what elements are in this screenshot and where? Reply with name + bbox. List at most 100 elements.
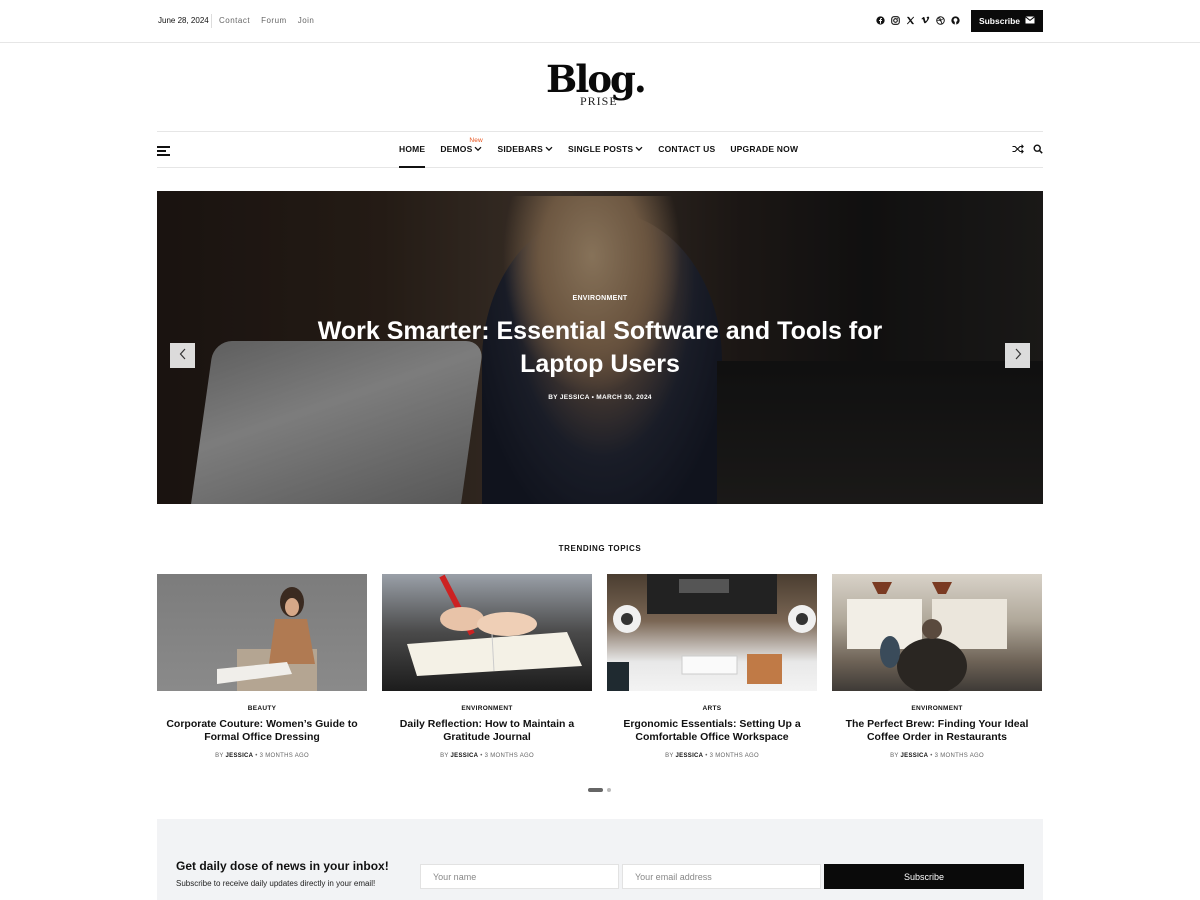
hero-title-line-2: Laptop Users [520, 350, 680, 378]
card-category[interactable]: ENVIRONMENT [832, 705, 1042, 712]
chevron-right-icon [1014, 347, 1022, 365]
card-title[interactable]: Ergonomic Essentials: Setting Up a Comfo… [607, 718, 817, 744]
trending-card[interactable]: ENVIRONMENT The Perfect Brew: Finding Yo… [832, 574, 1042, 774]
card-category[interactable]: ARTS [607, 705, 817, 712]
chevron-down-icon [545, 144, 553, 154]
name-input[interactable] [420, 864, 619, 889]
nav-item-demos[interactable]: DEMOS New [440, 137, 482, 154]
github-icon[interactable] [951, 15, 960, 25]
nav-tools [1012, 144, 1043, 154]
card-title[interactable]: Corporate Couture: Women’s Guide to Form… [157, 718, 367, 744]
menu-icon[interactable] [157, 146, 170, 156]
card-meta: BY JESSICA • 3 MONTHS AGO [832, 753, 1042, 759]
newsletter-section: Get daily dose of news in your inbox! Su… [157, 819, 1043, 900]
nav-item-upgrade-now[interactable]: UPGRADE NOW [730, 144, 798, 154]
card-meta: BY JESSICA • 3 MONTHS AGO [607, 753, 817, 759]
social-links [876, 15, 960, 25]
envelope-icon [1025, 16, 1035, 26]
hero-meta-separator: • [591, 394, 595, 401]
top-link-contact[interactable]: Contact [219, 16, 250, 25]
trending-heading: TRENDING TOPICS [558, 544, 642, 553]
nav-item-single-posts[interactable]: SINGLE POSTS [568, 144, 643, 154]
pagination-dot[interactable] [607, 788, 611, 792]
nav-item-home[interactable]: HOME [399, 144, 426, 168]
hero-title-line-1: Work Smarter: Essential Software and Too… [317, 317, 883, 345]
card-image[interactable] [607, 574, 817, 691]
card-author[interactable]: JESSICA [901, 753, 929, 759]
card-meta-separator: • [930, 753, 933, 759]
nav-item-label: SIDEBARS [497, 144, 544, 154]
hero-slider[interactable]: ENVIRONMENT Work Smarter: Essential Soft… [157, 191, 1043, 504]
vimeo-icon[interactable] [921, 15, 930, 25]
card-author-prefix: BY [215, 753, 224, 759]
trending-card[interactable]: ARTS Ergonomic Essentials: Setting Up a … [607, 574, 817, 774]
nav-item-label: SINGLE POSTS [568, 144, 634, 154]
nav-item-label: DEMOS [440, 144, 473, 154]
card-time: 3 MONTHS AGO [259, 753, 309, 759]
card-author[interactable]: JESSICA [676, 753, 704, 759]
chevron-down-icon [474, 144, 482, 154]
card-title[interactable]: Daily Reflection: How to Maintain a Grat… [382, 718, 592, 744]
site-logo[interactable]: Blog. PRISE [546, 60, 658, 112]
email-input[interactable] [622, 864, 821, 889]
card-time: 3 MONTHS AGO [709, 753, 759, 759]
hero-author[interactable]: JESSICA [560, 394, 590, 401]
logo-sub-text: PRISE [580, 94, 618, 108]
facebook-icon[interactable] [876, 15, 885, 25]
trending-card[interactable]: ENVIRONMENT Daily Reflection: How to Mai… [382, 574, 592, 774]
card-author[interactable]: JESSICA [226, 753, 254, 759]
card-meta: BY JESSICA • 3 MONTHS AGO [382, 753, 592, 759]
search-icon[interactable] [1033, 144, 1043, 154]
slider-next-button[interactable] [1005, 343, 1030, 368]
main-navigation: HOME DEMOS New SIDEBARS SINGLE POSTS CON… [157, 131, 1043, 168]
hero-category[interactable]: ENVIRONMENT [157, 295, 1043, 302]
card-author-prefix: BY [890, 753, 899, 759]
nav-item-label: UPGRADE NOW [730, 144, 799, 154]
top-bar: June 28, 2024 Contact Forum Join Subscri… [0, 0, 1200, 43]
nav-item-contact-us[interactable]: CONTACT US [658, 144, 715, 154]
new-badge: New [469, 137, 483, 144]
card-meta: BY JESSICA • 3 MONTHS AGO [157, 753, 367, 759]
hero-meta: BY JESSICA • MARCH 30, 2024 [157, 394, 1043, 401]
card-category[interactable]: ENVIRONMENT [382, 705, 592, 712]
newsletter-heading: Get daily dose of news in your inbox! [176, 859, 389, 873]
card-author[interactable]: JESSICA [451, 753, 479, 759]
card-author-prefix: BY [440, 753, 449, 759]
hero-author-prefix: BY [548, 394, 558, 401]
trending-card[interactable]: BEAUTY Corporate Couture: Women’s Guide … [157, 574, 367, 774]
shuffle-icon[interactable] [1012, 144, 1024, 154]
nav-item-label: HOME [399, 144, 426, 154]
chevron-down-icon [635, 144, 643, 154]
card-title[interactable]: The Perfect Brew: Finding Your Ideal Cof… [832, 718, 1042, 744]
card-category[interactable]: BEAUTY [157, 705, 367, 712]
instagram-icon[interactable] [891, 15, 900, 25]
hero-title[interactable]: Work Smarter: Essential Software and Too… [157, 315, 1043, 381]
slider-prev-button[interactable] [170, 343, 195, 368]
nav-items: HOME DEMOS New SIDEBARS SINGLE POSTS CON… [399, 137, 798, 168]
logo-main-text: Blog. [546, 57, 647, 101]
pagination-dot-active[interactable] [588, 788, 603, 792]
chevron-left-icon [179, 347, 187, 365]
card-meta-separator: • [255, 753, 258, 759]
top-link-join[interactable]: Join [298, 16, 315, 25]
subscribe-label: Subscribe [978, 16, 1021, 26]
card-image[interactable] [157, 574, 367, 691]
card-time: 3 MONTHS AGO [934, 753, 984, 759]
top-link-forum[interactable]: Forum [261, 16, 287, 25]
nav-item-sidebars[interactable]: SIDEBARS [497, 144, 553, 154]
current-date: June 28, 2024 [158, 16, 209, 25]
card-meta-separator: • [480, 753, 483, 759]
x-icon[interactable] [906, 15, 915, 25]
top-links: Contact Forum Join [219, 16, 314, 25]
card-meta-separator: • [705, 753, 708, 759]
dribbble-icon[interactable] [936, 15, 945, 25]
newsletter-subscribe-button[interactable]: Subscribe [824, 864, 1024, 889]
card-image[interactable] [832, 574, 1042, 691]
nav-item-label: CONTACT US [658, 144, 716, 154]
hero-date: MARCH 30, 2024 [596, 394, 652, 401]
card-image[interactable] [382, 574, 592, 691]
card-author-prefix: BY [665, 753, 674, 759]
top-divider [211, 14, 212, 28]
subscribe-button[interactable]: Subscribe [971, 10, 1043, 32]
carousel-pagination [588, 788, 611, 792]
